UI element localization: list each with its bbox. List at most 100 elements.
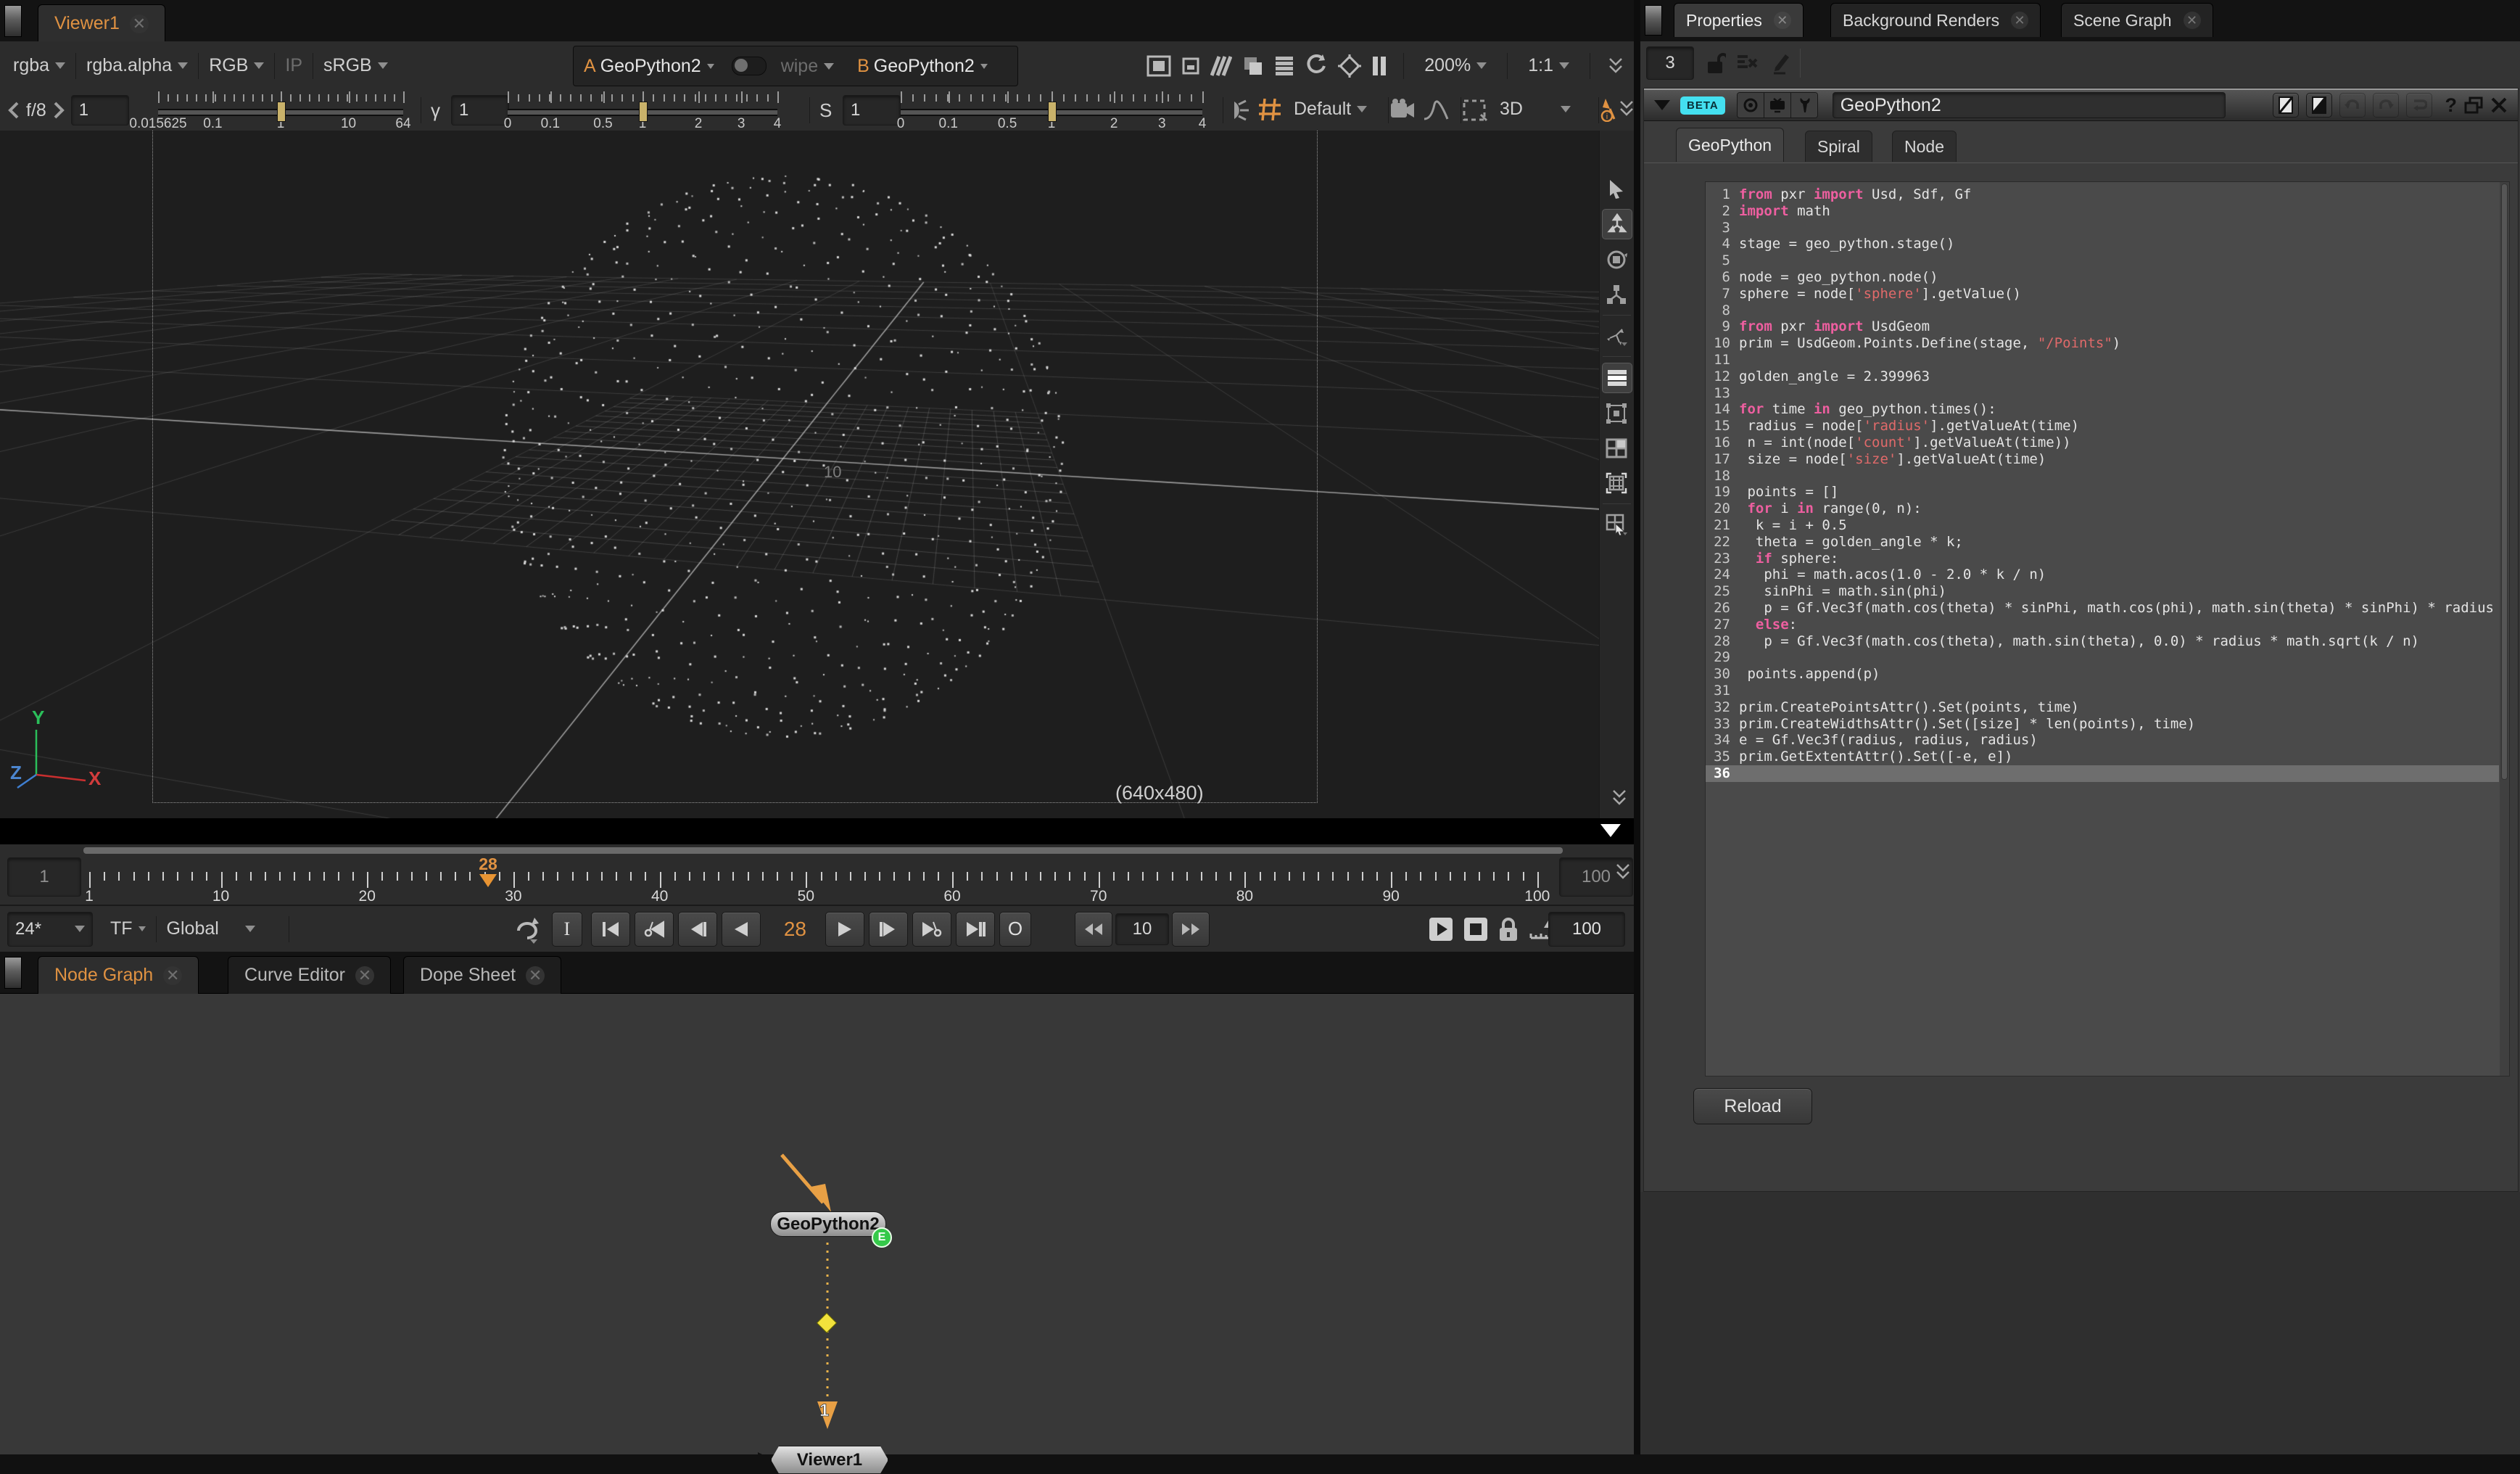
tab-spiral[interactable]: Spiral xyxy=(1805,131,1872,162)
tab-node[interactable]: Node xyxy=(1892,131,1957,162)
wipe-toggle[interactable] xyxy=(732,57,767,75)
help-button[interactable]: ? xyxy=(2445,94,2458,117)
camera-icon[interactable] xyxy=(1389,99,1416,120)
revert-button[interactable] xyxy=(2406,93,2432,118)
pane-divider-handle[interactable] xyxy=(1645,5,1662,36)
audio-strip-expand-icon[interactable] xyxy=(1600,824,1621,837)
prev-keyframe-button[interactable] xyxy=(635,912,674,947)
saturation-slider[interactable]: 00.10.51234 xyxy=(901,90,1202,131)
channel-mask-b-button[interactable] xyxy=(2306,93,2332,118)
tab-node-graph[interactable]: Node Graph ✕ xyxy=(38,956,199,994)
frame-ruler[interactable]: 1102030405060708090100 xyxy=(83,856,1548,902)
close-icon[interactable]: ✕ xyxy=(2011,12,2028,29)
b-buffer-label[interactable]: B xyxy=(857,56,869,77)
translate-tool-button[interactable] xyxy=(1602,209,1632,239)
zoom-level-dropdown[interactable]: 200% xyxy=(1420,55,1491,76)
close-icon[interactable]: ✕ xyxy=(526,966,545,985)
lut-dropdown[interactable]: Default xyxy=(1289,99,1371,120)
tf-dropdown[interactable]: TF xyxy=(106,918,150,939)
pane-divider-handle[interactable] xyxy=(4,5,22,37)
headlamp-icon[interactable] xyxy=(1227,99,1252,122)
grid-hash-icon[interactable] xyxy=(1257,97,1282,122)
fit-view-button[interactable] xyxy=(1602,469,1631,498)
clipping-warning-icon[interactable] xyxy=(1338,54,1361,78)
gamma-slider[interactable]: 00.10.51234 xyxy=(508,90,777,131)
colorspace-dropdown[interactable]: sRGB xyxy=(319,55,392,76)
channel-mask-a-button[interactable] xyxy=(2273,93,2299,118)
node-graph-canvas[interactable]: 1 GeoPython2 E Viewer1 xyxy=(0,994,1634,1454)
fast-forward-button[interactable] xyxy=(1172,912,1210,947)
layers-panel-button[interactable] xyxy=(1602,363,1632,393)
scale-tool-button[interactable] xyxy=(1602,280,1631,309)
playhead-marker[interactable]: 28 xyxy=(474,855,503,887)
refresh-icon[interactable] xyxy=(1305,54,1328,78)
node-viewer1[interactable]: Viewer1 xyxy=(771,1446,888,1474)
lock-range-icon[interactable] xyxy=(1497,916,1519,942)
pixel-aspect-dropdown[interactable]: 1:1 xyxy=(1524,55,1574,76)
overlay-blend-icon[interactable] xyxy=(1242,55,1264,77)
tab-properties[interactable]: Properties ✕ xyxy=(1674,3,1804,37)
viewport-collapse-icon[interactable] xyxy=(1611,789,1628,808)
timeline-collapse-icon[interactable] xyxy=(1615,863,1631,882)
flipbook-button[interactable] xyxy=(1428,916,1454,942)
node-geopython2[interactable]: GeoPython2 xyxy=(770,1211,886,1237)
lock-panels-icon[interactable] xyxy=(1706,52,1726,75)
range-start-box[interactable]: 1 xyxy=(7,857,81,897)
frame-increment-box[interactable]: 10 xyxy=(1115,913,1169,945)
skip-to-end-button[interactable] xyxy=(956,912,995,947)
close-panel-icon[interactable] xyxy=(2490,96,2508,114)
playback-mode-icon[interactable] xyxy=(513,915,542,944)
monitor-out-icon[interactable] xyxy=(1764,93,1790,118)
close-icon[interactable]: ✕ xyxy=(163,966,182,985)
play-forward-button[interactable] xyxy=(825,912,864,947)
pane-divider[interactable] xyxy=(1634,0,1640,1454)
pane-divider-handle[interactable] xyxy=(4,957,22,989)
skip-to-start-button[interactable] xyxy=(591,912,630,947)
current-frame-display[interactable]: 28 xyxy=(784,918,806,941)
b-buffer-dropdown[interactable]: GeoPython2 xyxy=(869,56,992,77)
code-editor[interactable]: 1from pxr import Usd, Sdf, Gf2import mat… xyxy=(1705,181,2510,1076)
pause-icon[interactable] xyxy=(1371,55,1387,77)
float-panel-icon[interactable] xyxy=(2464,96,2483,114)
fstop-prev-icon[interactable] xyxy=(7,102,20,119)
clear-panels-icon[interactable] xyxy=(1736,52,1759,74)
wipe-mode-dropdown[interactable]: wipe xyxy=(777,56,838,77)
reload-button[interactable]: Reload xyxy=(1693,1088,1812,1124)
tab-background-renders[interactable]: Background Renders ✕ xyxy=(1830,3,2041,37)
tab-scene-graph[interactable]: Scene Graph ✕ xyxy=(2061,3,2213,37)
display-window-icon[interactable] xyxy=(1147,55,1171,77)
gain-slider[interactable]: 0.0156250.111064 xyxy=(158,90,403,131)
collapse-controls-icon[interactable] xyxy=(1619,100,1635,119)
tab-dope-sheet[interactable]: Dope Sheet ✕ xyxy=(403,956,561,994)
channels-dropdown[interactable]: rgba xyxy=(9,55,70,76)
playback-end-box[interactable]: 100 xyxy=(1548,912,1625,947)
select-tool-button[interactable] xyxy=(1602,174,1631,203)
frame-scope-dropdown[interactable]: Global xyxy=(162,918,260,939)
fps-dropdown[interactable]: 24* xyxy=(7,912,93,947)
close-icon[interactable]: ✕ xyxy=(355,966,374,985)
node-name-input[interactable]: GeoPython2 xyxy=(1833,92,2226,118)
gamma-curve-icon[interactable] xyxy=(1423,99,1449,120)
collapse-triangle-icon[interactable] xyxy=(1654,100,1670,110)
close-icon[interactable]: ✕ xyxy=(1774,12,1791,29)
proxy-toggle-icon[interactable] xyxy=(1181,57,1200,75)
transform-axes-button[interactable] xyxy=(1602,321,1631,350)
edit-panels-icon[interactable] xyxy=(1769,52,1790,75)
settings-wrench-icon[interactable] xyxy=(1790,93,1817,118)
center-node-icon[interactable] xyxy=(1738,93,1764,118)
saturation-input[interactable]: 1 xyxy=(843,95,901,125)
render-button[interactable] xyxy=(1463,916,1489,942)
cycle-button[interactable]: O xyxy=(999,912,1031,947)
tab-viewer1[interactable]: Viewer1 ✕ xyxy=(38,4,165,42)
a-buffer-label[interactable]: A xyxy=(584,56,596,77)
wipe-pattern-icon[interactable] xyxy=(1210,55,1232,77)
close-icon[interactable]: ✕ xyxy=(130,15,149,33)
input-range-button[interactable]: I xyxy=(552,912,582,947)
layout-select-button[interactable] xyxy=(1602,510,1631,539)
frame-selected-button[interactable] xyxy=(1602,399,1631,428)
undo-button[interactable] xyxy=(2339,93,2366,118)
redo-button[interactable] xyxy=(2373,93,2399,118)
max-panels-input[interactable]: 3 xyxy=(1646,46,1694,80)
display-channel-dropdown[interactable]: RGB xyxy=(205,55,268,76)
tab-geopython[interactable]: GeoPython xyxy=(1676,128,1784,162)
